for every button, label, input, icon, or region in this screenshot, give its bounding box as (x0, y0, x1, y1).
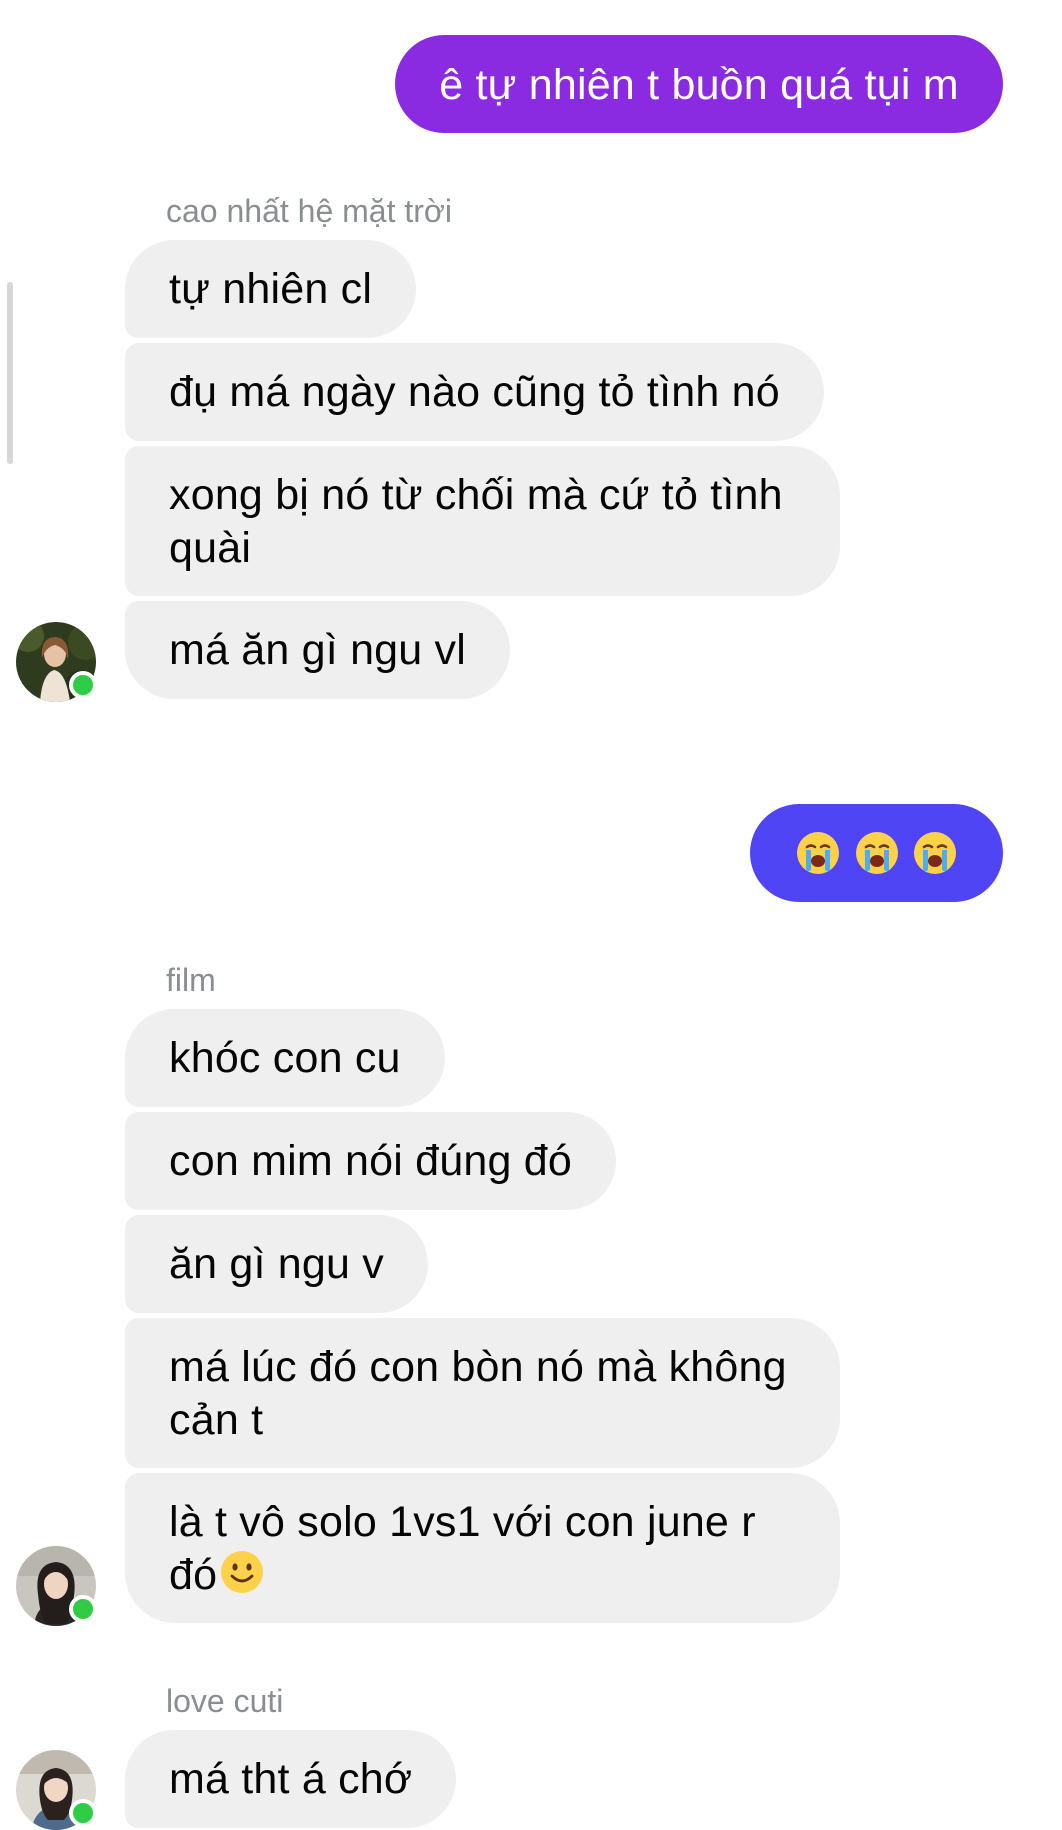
incoming-message[interactable]: là t vô solo 1vs1 với con june r đó (125, 1473, 840, 1623)
message-text: ê tự nhiên t buồn quá tụi m (439, 61, 959, 109)
message-text: xong bị nó từ chối mà cứ tỏ tình quài (169, 471, 783, 572)
loudly-crying-face-icon (854, 832, 912, 880)
message-text: khóc con cu (169, 1034, 401, 1082)
incoming-message[interactable]: má ăn gì ngu vl (125, 601, 511, 699)
message-text: má lúc đó con bòn nó mà không cản t (169, 1343, 787, 1444)
message-text: con mim nói đúng đó (169, 1137, 572, 1185)
incoming-message[interactable]: đụ má ngày nào cũng tỏ tình nó (125, 343, 824, 441)
avatar[interactable] (16, 1546, 97, 1626)
message-text: má tht á chớ (169, 1755, 413, 1803)
online-status-dot (69, 1595, 97, 1623)
avatar[interactable] (16, 622, 97, 702)
loudly-crying-face-icon (795, 832, 853, 880)
scrollbar[interactable] (7, 282, 13, 464)
message-text: tự nhiên cl (169, 265, 373, 313)
outgoing-message[interactable] (750, 804, 1003, 902)
avatar[interactable] (16, 1750, 97, 1830)
outgoing-message[interactable]: ê tự nhiên t buồn quá tụi m (395, 35, 1003, 133)
online-status-dot (69, 671, 97, 699)
incoming-message[interactable]: tự nhiên cl (125, 240, 417, 338)
incoming-message[interactable]: khóc con cu (125, 1009, 445, 1107)
sender-name: love cuti (166, 1683, 284, 1719)
message-text: má ăn gì ngu vl (169, 626, 467, 674)
incoming-message[interactable]: má tht á chớ (125, 1730, 457, 1828)
message-text: đụ má ngày nào cũng tỏ tình nó (169, 368, 780, 416)
incoming-message[interactable]: má lúc đó con bòn nó mà không cản t (125, 1318, 840, 1468)
online-status-dot (69, 1799, 97, 1827)
incoming-message[interactable]: xong bị nó từ chối mà cứ tỏ tình quài (125, 446, 840, 596)
sender-name: film (166, 962, 216, 998)
loudly-crying-face-icon (912, 832, 958, 880)
sender-name: cao nhất hệ mặt trời (166, 193, 453, 229)
incoming-message[interactable]: con mim nói đúng đó (125, 1112, 616, 1210)
message-text: ăn gì ngu v (169, 1240, 384, 1288)
incoming-message[interactable]: ăn gì ngu v (125, 1215, 428, 1313)
slightly-smiling-face-icon (217, 1551, 265, 1599)
